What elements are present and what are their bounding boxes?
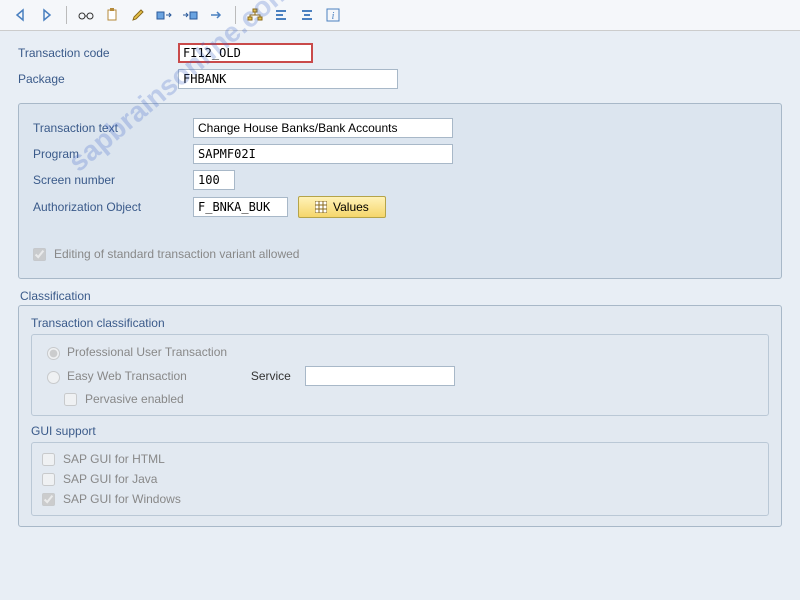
separator bbox=[66, 6, 67, 24]
easy-web-label: Easy Web Transaction bbox=[67, 369, 187, 383]
service-input bbox=[305, 366, 455, 386]
pervasive-checkbox bbox=[64, 393, 77, 406]
tx-classification-inner: Professional User Transaction Easy Web T… bbox=[31, 334, 769, 416]
transport-in-icon[interactable] bbox=[153, 4, 175, 26]
gui-html-checkbox bbox=[42, 453, 55, 466]
pencil-icon[interactable] bbox=[127, 4, 149, 26]
align-center-icon[interactable] bbox=[296, 4, 318, 26]
transaction-text-input[interactable] bbox=[193, 118, 453, 138]
program-label: Program bbox=[33, 147, 193, 161]
gui-java-checkbox bbox=[42, 473, 55, 486]
professional-label: Professional User Transaction bbox=[67, 345, 227, 359]
app-toolbar: i bbox=[0, 0, 800, 31]
pervasive-label: Pervasive enabled bbox=[85, 392, 184, 406]
gui-support-title: GUI support bbox=[31, 424, 769, 438]
classification-box: Transaction classification Professional … bbox=[18, 305, 782, 527]
main-content: Transaction code Package Transaction tex… bbox=[0, 31, 800, 539]
auth-object-input[interactable] bbox=[193, 197, 288, 217]
hierarchy-icon[interactable] bbox=[244, 4, 266, 26]
auth-object-label: Authorization Object bbox=[33, 200, 193, 214]
back-icon[interactable] bbox=[10, 4, 32, 26]
gui-html-label: SAP GUI for HTML bbox=[63, 452, 165, 466]
values-button[interactable]: Values bbox=[298, 196, 386, 218]
screen-number-label: Screen number bbox=[33, 173, 193, 187]
clipboard-icon[interactable] bbox=[101, 4, 123, 26]
forward-icon[interactable] bbox=[36, 4, 58, 26]
easy-web-radio bbox=[47, 371, 60, 384]
professional-radio bbox=[47, 347, 60, 360]
edit-variant-checkbox bbox=[33, 248, 46, 261]
screen-number-input[interactable] bbox=[193, 170, 235, 190]
program-input[interactable] bbox=[193, 144, 453, 164]
transport-out-icon[interactable] bbox=[179, 4, 201, 26]
edit-variant-label: Editing of standard transaction variant … bbox=[54, 247, 299, 261]
transaction-code-label: Transaction code bbox=[18, 46, 178, 60]
service-label: Service bbox=[251, 369, 291, 383]
separator bbox=[235, 6, 236, 24]
gui-support-inner: SAP GUI for HTML SAP GUI for Java SAP GU… bbox=[31, 442, 769, 516]
align-left-icon[interactable] bbox=[270, 4, 292, 26]
transaction-code-input[interactable] bbox=[178, 43, 313, 63]
info-icon[interactable]: i bbox=[322, 4, 344, 26]
tx-classification-title: Transaction classification bbox=[31, 316, 769, 330]
values-button-label: Values bbox=[333, 200, 369, 214]
svg-text:i: i bbox=[332, 11, 335, 22]
details-panel: Transaction text Program Screen number A… bbox=[18, 103, 782, 279]
package-input[interactable] bbox=[178, 69, 398, 89]
transaction-text-label: Transaction text bbox=[33, 121, 193, 135]
package-label: Package bbox=[18, 72, 178, 86]
classification-title: Classification bbox=[18, 289, 782, 303]
gui-java-label: SAP GUI for Java bbox=[63, 472, 157, 486]
glasses-icon[interactable] bbox=[75, 4, 97, 26]
arrow-icon[interactable] bbox=[205, 4, 227, 26]
table-icon bbox=[315, 201, 327, 213]
gui-windows-label: SAP GUI for Windows bbox=[63, 492, 181, 506]
gui-windows-checkbox bbox=[42, 493, 55, 506]
